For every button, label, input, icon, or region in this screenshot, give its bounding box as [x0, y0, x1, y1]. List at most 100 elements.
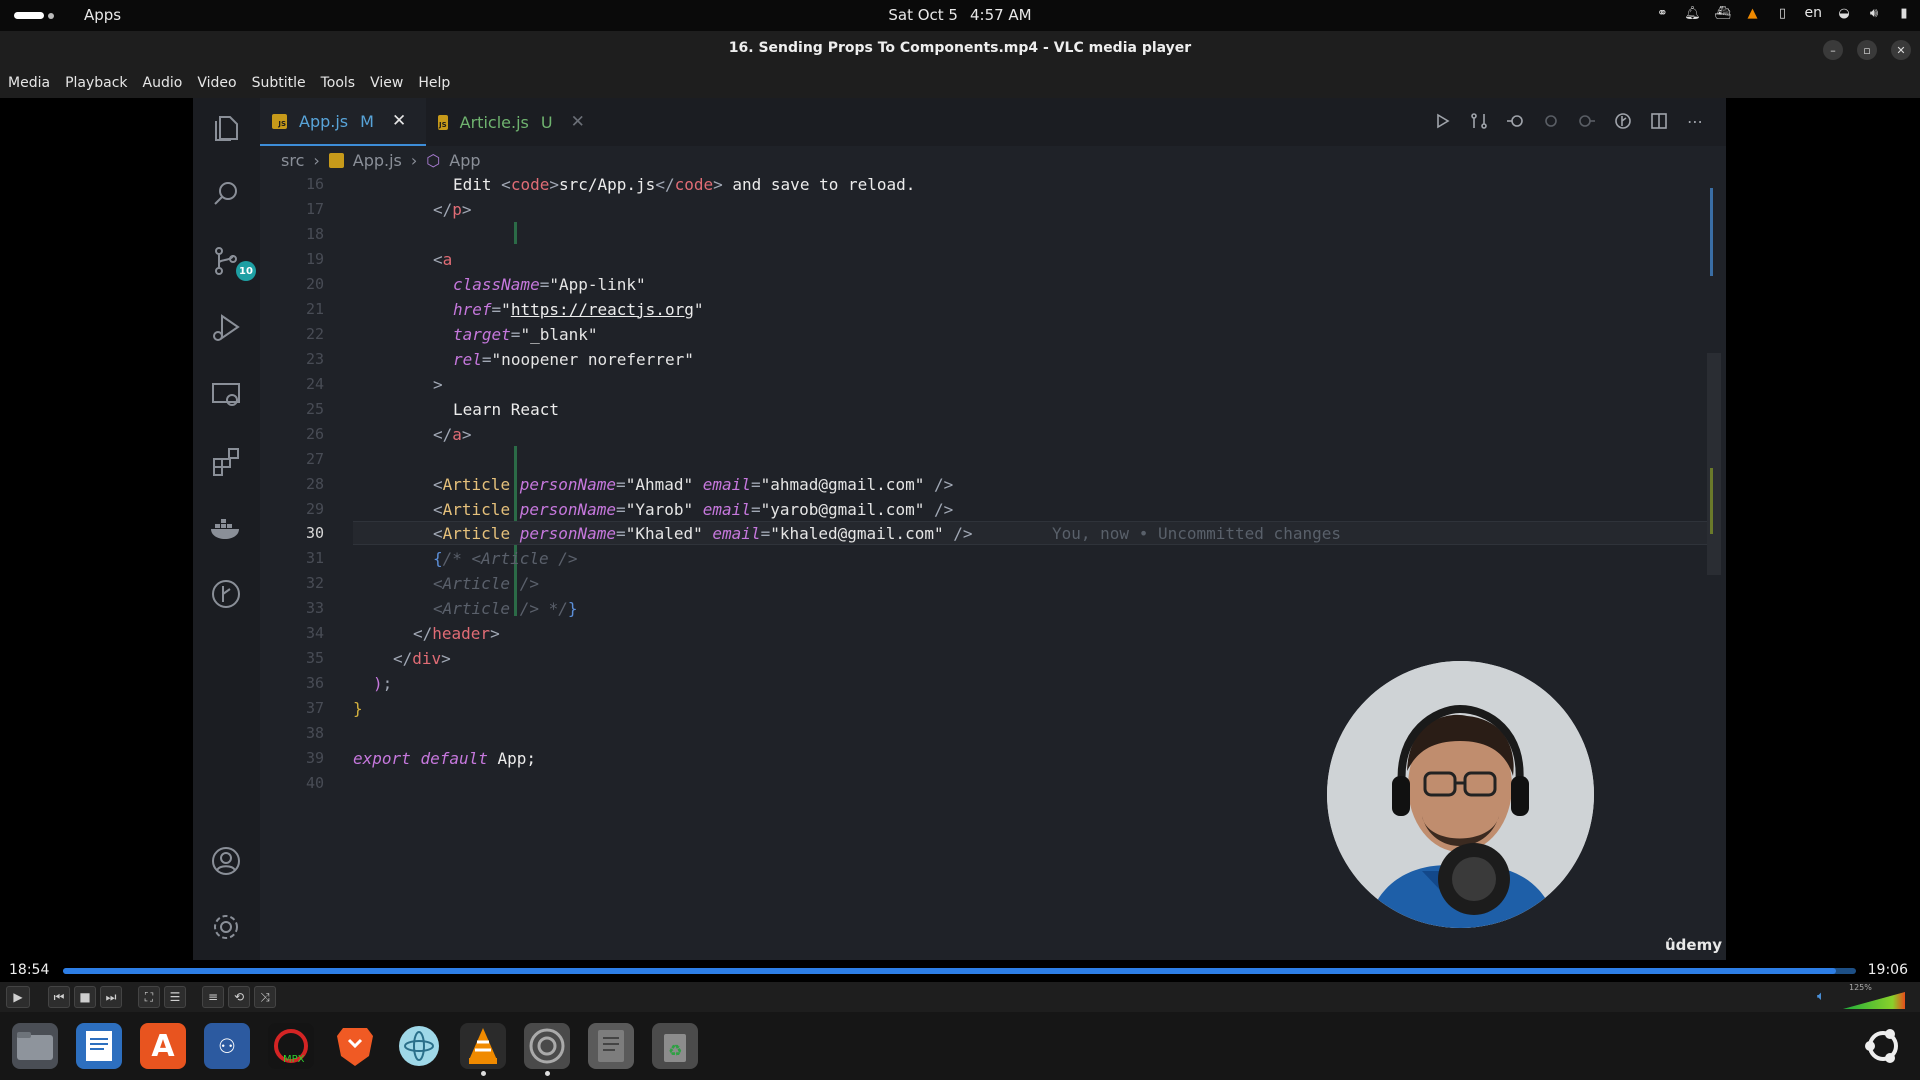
- electron-app-icon[interactable]: [396, 1023, 442, 1069]
- next-button[interactable]: ⏭: [100, 986, 122, 1008]
- battery-icon[interactable]: ▮: [1896, 5, 1912, 21]
- vpn-icon[interactable]: ⚭: [1655, 5, 1671, 21]
- menu-view[interactable]: View: [370, 75, 403, 91]
- close-tab-icon: ✕: [570, 112, 585, 132]
- loop-button[interactable]: ⟲: [228, 986, 250, 1008]
- extended-settings-button[interactable]: ☰: [164, 986, 186, 1008]
- line-number: 39: [305, 749, 324, 767]
- next-change-icon: [1576, 110, 1598, 132]
- menu-media[interactable]: Media: [8, 75, 50, 91]
- brave-browser-icon[interactable]: [332, 1023, 378, 1069]
- code-line: 31 {/* <Article />: [260, 546, 1660, 570]
- extensions-icon: [208, 443, 244, 479]
- text-editor-icon[interactable]: [588, 1023, 634, 1069]
- volume-slider[interactable]: [1843, 992, 1905, 1009]
- line-number: 25: [305, 400, 324, 418]
- menu-playback[interactable]: Playback: [65, 75, 127, 91]
- date-label: Sat Oct 5: [888, 6, 958, 24]
- files-app-icon[interactable]: [12, 1023, 58, 1069]
- line-number: 28: [305, 475, 324, 493]
- stop-button[interactable]: ■: [74, 986, 96, 1008]
- instructor-webcam: [1327, 661, 1594, 928]
- menu-audio[interactable]: Audio: [143, 75, 183, 91]
- line-number: 35: [305, 649, 324, 667]
- previous-button[interactable]: ⏮: [48, 986, 70, 1008]
- menu-tools[interactable]: Tools: [321, 75, 356, 91]
- maximize-button[interactable]: ▫: [1857, 40, 1877, 60]
- untracked-flag: U: [540, 112, 553, 132]
- editor-scrollbar: [1707, 353, 1721, 575]
- previous-change-icon: [1504, 110, 1526, 132]
- line-number: 33: [305, 599, 324, 617]
- menu-video[interactable]: Video: [197, 75, 236, 91]
- obs-app-icon[interactable]: [524, 1023, 570, 1076]
- chevron-right-icon: ›: [410, 150, 418, 170]
- shuffle-button[interactable]: ⤨: [254, 986, 276, 1008]
- scroll-change-marker: [1710, 468, 1713, 534]
- editor-tab-bar: JS App.js M ✕ JS Article.js U ✕ ⋯: [260, 98, 1726, 146]
- run-debug-icon: [208, 310, 244, 346]
- modified-flag: M: [360, 111, 374, 131]
- clipboard-icon[interactable]: ▯: [1775, 5, 1791, 21]
- line-number: 24: [305, 375, 324, 393]
- line-number: 17: [305, 200, 324, 218]
- code-line: 23 rel="noopener noreferrer": [260, 347, 1660, 371]
- notification-bell-icon[interactable]: 🔔︎: [1684, 5, 1701, 21]
- system-tray[interactable]: ⚭ 🔔︎ ⛴︎ ▲ ▯ en ◒ 🔊︎ ▮: [1655, 5, 1913, 21]
- current-line: 30 <Article personName="Khaled" email="k…: [306, 521, 1713, 545]
- breadcrumb-folder: src: [281, 150, 305, 170]
- docker-icon[interactable]: ⛴︎: [1714, 5, 1731, 21]
- code-line: 33 <Article /> */}: [260, 596, 1660, 620]
- line-number: 26: [305, 425, 324, 443]
- video-area[interactable]: 10 JS App.js M ✕ JS Article.js U ✕ ⋯ src…: [0, 98, 1920, 960]
- language-indicator[interactable]: en: [1805, 5, 1823, 21]
- play-button[interactable]: ▶: [6, 986, 30, 1008]
- code-line: 28 <Article personName="Ahmad" email="ah…: [260, 472, 1660, 496]
- line-number: 38: [305, 724, 324, 742]
- total-time: 19:06: [1867, 962, 1908, 978]
- explorer-icon: [208, 109, 244, 145]
- docker-icon: [208, 510, 244, 546]
- fullscreen-button[interactable]: ⛶: [138, 986, 160, 1008]
- code-line: 17 </p>: [260, 197, 1660, 221]
- input-method-icon[interactable]: ⚇: [204, 1023, 250, 1069]
- minimize-button[interactable]: –: [1823, 40, 1843, 60]
- line-number: 34: [305, 624, 324, 642]
- time-label: 4:57 AM: [969, 6, 1032, 24]
- app-center-icon[interactable]: A: [140, 1023, 186, 1069]
- blame-icon: [1540, 110, 1562, 132]
- volume-icon[interactable]: 🔊︎: [1866, 5, 1882, 21]
- ubuntu-apps-icon[interactable]: [1860, 1023, 1906, 1069]
- line-number: 37: [305, 699, 324, 717]
- chevron-right-icon: ›: [313, 150, 320, 170]
- line-number: 32: [305, 574, 324, 592]
- line-number: 27: [305, 450, 324, 468]
- git-blame-annotation: You, now • Uncommitted changes: [1052, 523, 1341, 543]
- playlist-button[interactable]: ≡: [202, 986, 224, 1008]
- seek-progress: [63, 968, 1837, 974]
- clock[interactable]: Sat Oct 5 4:57 AM: [0, 6, 1920, 24]
- wifi-icon[interactable]: ◒: [1836, 5, 1852, 21]
- writer-app-icon[interactable]: [76, 1023, 122, 1069]
- code-line: 18: [260, 222, 1660, 246]
- volume-percent: 125%: [1849, 983, 1872, 992]
- menu-help[interactable]: Help: [418, 75, 450, 91]
- code-line: 29 <Article personName="Yarob" email="ya…: [260, 497, 1660, 521]
- code-line: 19 <a: [260, 247, 1660, 271]
- seek-row: 18:54 19:06: [0, 960, 1920, 982]
- code-line: 16 Edit <code>src/App.js</code> and save…: [260, 172, 1660, 196]
- activity-bar: 10: [193, 98, 260, 960]
- seek-slider[interactable]: [63, 968, 1856, 974]
- trash-icon[interactable]: ♻: [652, 1023, 698, 1069]
- vlc-tray-icon[interactable]: ▲: [1745, 5, 1761, 21]
- svg-text:MPX: MPX: [283, 1054, 305, 1065]
- line-number: 22: [305, 325, 324, 343]
- menu-subtitle[interactable]: Subtitle: [252, 75, 306, 91]
- tab-label: Article.js: [459, 112, 529, 132]
- close-window-button[interactable]: ✕: [1891, 40, 1911, 60]
- more-actions-icon: ⋯: [1687, 111, 1703, 131]
- vlc-dock-icon[interactable]: [460, 1023, 506, 1076]
- code-line: 24 >: [260, 372, 1660, 396]
- mute-icon[interactable]: 🔈︎: [1817, 989, 1825, 1004]
- mpx-player-icon[interactable]: MPX: [268, 1023, 314, 1069]
